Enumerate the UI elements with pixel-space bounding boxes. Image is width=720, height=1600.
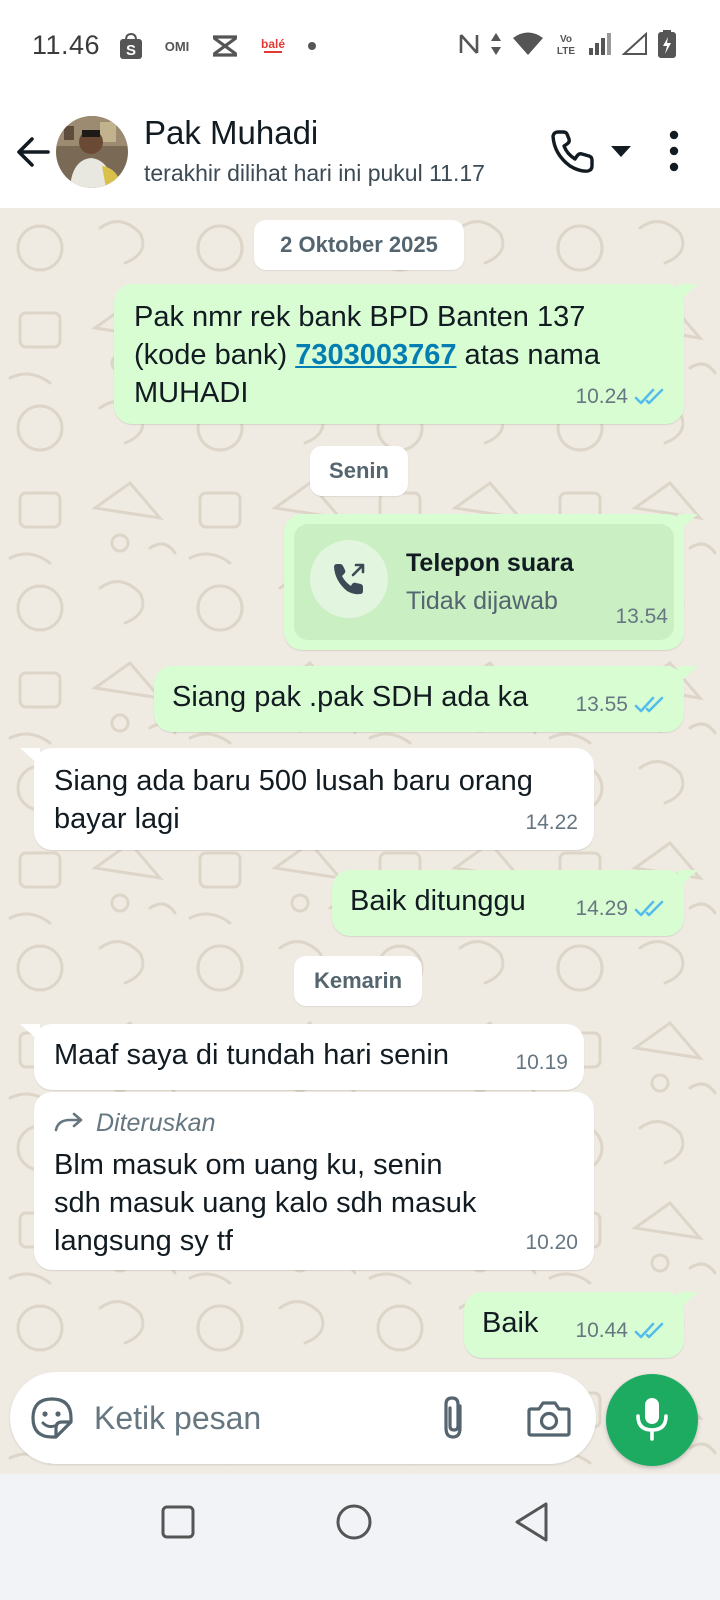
read-ticks-icon	[634, 900, 664, 917]
message-text: Baik	[482, 1307, 539, 1339]
phone-icon[interactable]	[548, 126, 598, 176]
avatar-photo	[56, 116, 128, 188]
contact-name[interactable]: Pak Muhadi	[144, 114, 318, 152]
bale-icon: balé	[261, 37, 285, 53]
recents-icon[interactable]	[160, 1504, 196, 1540]
svg-text:Vo: Vo	[560, 34, 572, 45]
message-input[interactable]	[94, 1392, 414, 1444]
message-text: Pak nmr rek bank BPD Banten 137 (kode ba…	[134, 301, 600, 409]
message-compose-bar	[10, 1372, 596, 1464]
shopee-icon: S	[120, 32, 142, 59]
message-text: Blm masuk om uang ku, senin sdh masuk ua…	[54, 1149, 477, 1257]
wifi-icon	[513, 32, 543, 55]
bubble-tail	[20, 1024, 40, 1042]
call-card: Telepon suara Tidak dijawab 13.54	[294, 524, 674, 640]
last-seen-status: terakhir dilihat hari ini pukul 11.17	[144, 160, 485, 186]
outgoing-message[interactable]: Siang pak .pak SDH ada ka 13.55	[154, 666, 698, 732]
message-meta: 14.22	[525, 804, 578, 842]
svg-text:LTE: LTE	[557, 46, 575, 57]
outgoing-message[interactable]: Baik 10.44	[464, 1292, 698, 1358]
camera-icon[interactable]	[526, 1398, 572, 1438]
chat-header: Pak Muhadi terakhir dilihat hari ini puk…	[0, 96, 720, 208]
forward-icon	[54, 1112, 83, 1132]
date-separator: Senin	[310, 446, 408, 496]
bubble-tail	[678, 1292, 698, 1310]
svg-text:OMI: OMI	[165, 39, 190, 54]
incoming-message[interactable]: Maaf saya di tundah hari senin 10.19	[20, 1024, 584, 1090]
nav-back-icon[interactable]	[512, 1500, 552, 1544]
account-number-link[interactable]: 7303003767	[295, 339, 456, 371]
sticker-icon[interactable]	[30, 1396, 74, 1440]
message-time: 10.19	[515, 1051, 568, 1074]
bubble-tail	[20, 748, 40, 766]
paperclip-icon[interactable]	[434, 1394, 474, 1442]
xbox-like-icon	[213, 35, 237, 57]
status-time: 11.46	[32, 30, 101, 60]
home-icon[interactable]	[334, 1502, 374, 1542]
message-meta: 10.20	[525, 1224, 578, 1262]
read-ticks-icon	[634, 696, 664, 713]
signal-empty-icon	[622, 32, 647, 55]
message-meta: 10.44	[575, 1312, 668, 1350]
bubble-tail	[678, 284, 698, 302]
back-arrow-icon[interactable]	[14, 132, 54, 172]
bubble-tail	[678, 514, 698, 532]
message-time: 13.54	[615, 605, 668, 628]
chevron-down-icon[interactable]	[608, 140, 634, 162]
bubble-tail	[678, 870, 698, 888]
message-time: 14.29	[575, 897, 628, 920]
message-text: Siang ada baru 500 lusah baru orang baya…	[54, 765, 533, 835]
call-title: Telepon suara	[406, 549, 574, 577]
more-vert-icon[interactable]	[662, 128, 686, 174]
chat-area[interactable]: 2 Oktober 2025 Pak nmr rek bank BPD Bant…	[0, 208, 720, 1502]
omi-icon: OMI	[165, 39, 190, 54]
message-meta: 14.29	[575, 890, 668, 928]
svg-text:S: S	[126, 42, 136, 59]
read-ticks-icon	[634, 1322, 664, 1339]
signal-icon	[589, 33, 611, 55]
nfc-icon	[459, 34, 479, 54]
notification-icons: S OMI balé	[118, 32, 318, 60]
bubble-tail	[678, 666, 698, 684]
data-arrows-icon	[491, 33, 501, 55]
voice-message-button[interactable]	[606, 1374, 698, 1466]
forwarded-label: Diteruskan	[54, 1104, 216, 1142]
message-text: Maaf saya di tundah hari senin	[54, 1039, 449, 1071]
system-navigation-bar	[0, 1474, 720, 1600]
message-time: 10.24	[575, 385, 628, 408]
outgoing-message[interactable]: Pak nmr rek bank BPD Banten 137 (kode ba…	[114, 284, 698, 424]
message-time: 14.22	[525, 811, 578, 834]
call-status: Tidak dijawab	[406, 587, 558, 615]
outgoing-call-icon	[334, 563, 365, 595]
date-separator: 2 Oktober 2025	[254, 220, 464, 270]
message-meta: 10.24	[575, 378, 668, 416]
message-text: Baik ditunggu	[350, 885, 526, 917]
svg-text:balé: balé	[261, 37, 285, 51]
read-ticks-icon	[634, 388, 664, 405]
message-meta: 13.55	[575, 686, 668, 724]
message-time: 10.20	[525, 1231, 578, 1254]
message-time: 10.44	[575, 1319, 628, 1342]
outgoing-message[interactable]: Baik ditunggu 14.29	[332, 870, 698, 936]
date-separator: Kemarin	[294, 956, 422, 1006]
status-bar: 11.46 S OMI balé Vo LTE	[0, 0, 720, 96]
forwarded-message[interactable]: Diteruskan Blm masuk om uang ku, senin s…	[34, 1092, 594, 1270]
microphone-icon	[636, 1398, 668, 1441]
message-time: 13.55	[575, 693, 628, 716]
incoming-message[interactable]: Siang ada baru 500 lusah baru orang baya…	[20, 748, 594, 850]
volte-icon: Vo LTE	[557, 34, 575, 57]
message-meta: 10.19	[515, 1044, 568, 1082]
call-icon-circle	[310, 540, 388, 618]
system-icons: Vo LTE	[458, 30, 676, 58]
missed-call-message[interactable]: Telepon suara Tidak dijawab 13.54	[284, 514, 698, 650]
avatar[interactable]	[56, 116, 128, 188]
battery-charging-icon	[658, 30, 676, 58]
message-text: Siang pak .pak SDH ada ka	[172, 681, 529, 713]
dot-icon	[308, 42, 316, 50]
